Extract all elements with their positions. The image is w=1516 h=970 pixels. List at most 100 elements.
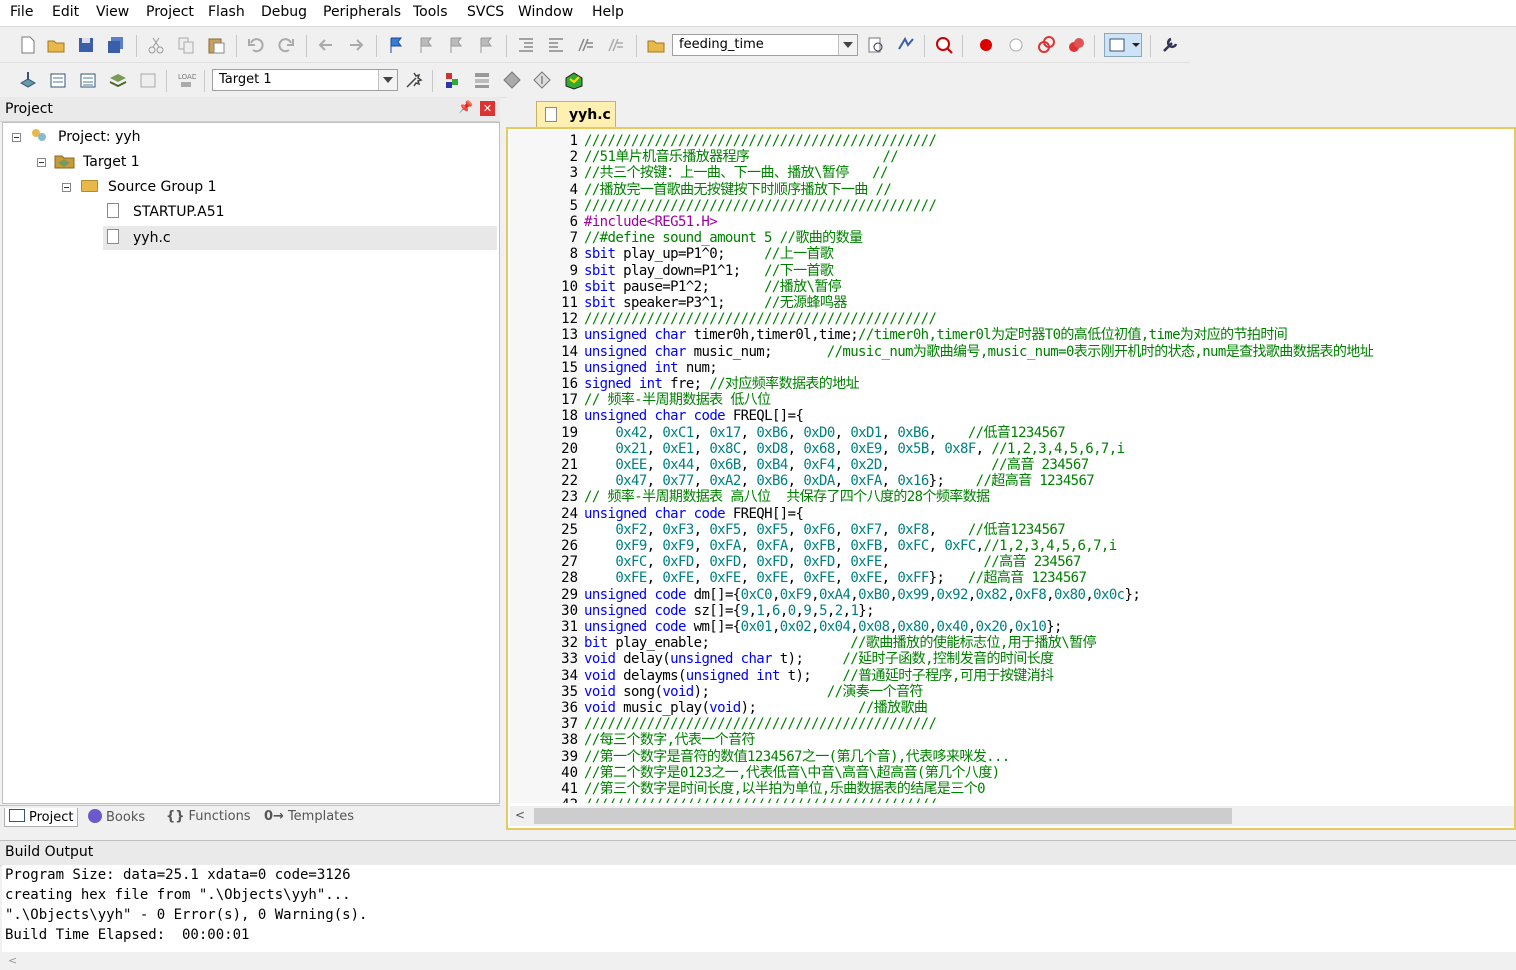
insert-breakpoint-icon[interactable] — [976, 35, 996, 55]
code-line[interactable]: signed int fre; //对应频率数据表的地址 — [584, 376, 860, 392]
code-line[interactable]: //共三个按键：上一曲、下一曲、播放\暂停 // — [584, 165, 888, 181]
code-line[interactable]: unsigned char music_num; //music_num为歌曲编… — [584, 344, 1374, 360]
open-folder-icon[interactable] — [46, 35, 66, 55]
manage-rte-icon[interactable] — [472, 70, 492, 90]
tab-books[interactable]: Books — [88, 809, 145, 825]
select-packs-icon[interactable] — [502, 70, 522, 90]
scroll-left-icon[interactable]: < — [515, 808, 525, 822]
horizontal-scroll-thumb[interactable] — [534, 808, 1232, 824]
package-icon[interactable] — [564, 70, 584, 90]
menu-help[interactable]: Help — [592, 4, 624, 20]
kill-breakpoints-icon[interactable] — [1066, 35, 1086, 55]
find-in-files-icon[interactable] — [646, 35, 666, 55]
code-line[interactable]: unsigned char code FREQH[]={ — [584, 506, 804, 522]
build-output-scrollbar[interactable]: < — [0, 952, 1516, 970]
code-line[interactable]: #include<REG51.H> — [584, 214, 718, 230]
tab-functions[interactable]: {} Functions — [166, 809, 251, 824]
code-line[interactable]: ////////////////////////////////////////… — [584, 797, 937, 803]
undo-icon[interactable] — [246, 35, 266, 55]
collapse-icon[interactable] — [12, 133, 21, 142]
save-all-icon[interactable] — [106, 35, 126, 55]
paste-icon[interactable] — [206, 35, 226, 55]
menu-view[interactable]: View — [96, 4, 129, 20]
target-options-icon[interactable] — [404, 70, 424, 90]
code-line[interactable]: unsigned code wm[]={0x01,0x02,0x04,0x08,… — [584, 619, 1062, 635]
tab-project[interactable]: Project — [4, 808, 79, 827]
code-line[interactable]: 0x47, 0x77, 0xA2, 0xB6, 0xDA, 0xFA, 0x16… — [584, 473, 1094, 489]
rebuild-icon[interactable] — [78, 70, 98, 90]
new-file-icon[interactable] — [18, 35, 38, 55]
pack-installer-icon[interactable] — [532, 70, 552, 90]
code-line[interactable]: unsigned char timer0h,timer0l,time;//tim… — [584, 327, 1288, 343]
code-line[interactable]: //51单片机音乐播放器程序 // — [584, 149, 899, 165]
code-line[interactable]: //第一个数字是音符的数值1234567之一(第几个音),代表哆来咪发... — [584, 749, 1010, 765]
translate-icon[interactable] — [18, 70, 38, 90]
tree-file-yyh[interactable]: yyh.c — [133, 230, 171, 246]
code-line[interactable]: ////////////////////////////////////////… — [584, 133, 937, 149]
tree-source-group-node[interactable]: Source Group 1 — [108, 179, 217, 195]
menu-svcs[interactable]: SVCS — [467, 4, 504, 20]
code-line[interactable]: sbit speaker=P3^1; //无源蜂鸣器 — [584, 295, 847, 311]
close-icon[interactable]: ✕ — [480, 101, 495, 116]
code-line[interactable]: ////////////////////////////////////////… — [584, 198, 937, 214]
comment-icon[interactable] — [576, 35, 596, 55]
unindent-icon[interactable] — [546, 35, 566, 55]
indent-icon[interactable] — [516, 35, 536, 55]
stop-build-icon[interactable] — [138, 70, 158, 90]
scroll-left-icon[interactable]: < — [8, 954, 17, 967]
debug-session-icon[interactable] — [934, 35, 954, 55]
menu-debug[interactable]: Debug — [261, 4, 307, 20]
code-line[interactable]: //#define sound_amount 5 //歌曲的数量 — [584, 230, 863, 246]
code-line[interactable]: ////////////////////////////////////////… — [584, 311, 937, 327]
chevron-down-icon[interactable] — [838, 35, 857, 55]
code-line[interactable]: 0xF9, 0xF9, 0xFA, 0xFA, 0xFB, 0xFB, 0xFC… — [584, 538, 1117, 554]
tab-templates[interactable]: 0→ Templates — [264, 809, 354, 824]
code-line[interactable]: //第二个数字是0123之一,代表低音\中音\高音\超高音(第几个八度) — [584, 765, 1000, 781]
chevron-down-icon[interactable] — [378, 70, 397, 90]
clear-bookmarks-icon[interactable] — [476, 35, 496, 55]
incremental-find-icon[interactable] — [896, 35, 916, 55]
code-line[interactable]: 0x21, 0xE1, 0x8C, 0xD8, 0x68, 0xE9, 0x5B… — [584, 441, 1125, 457]
cut-icon[interactable] — [146, 35, 166, 55]
target-select[interactable]: Target 1 — [212, 69, 398, 91]
collapse-icon[interactable] — [37, 158, 46, 167]
tree-target-node[interactable]: Target 1 — [83, 154, 140, 170]
copy-icon[interactable] — [176, 35, 196, 55]
bookmark-icon[interactable] — [386, 35, 406, 55]
find-combo[interactable]: feeding_time — [672, 34, 858, 56]
code-line[interactable]: void song(void); //演奏一个音符 — [584, 684, 923, 700]
find-icon[interactable] — [866, 35, 886, 55]
code-line[interactable]: //播放完一首歌曲无按键按下时顺序播放下一曲 // — [584, 182, 892, 198]
code-line[interactable]: ////////////////////////////////////////… — [584, 716, 937, 732]
batch-build-icon[interactable] — [108, 70, 128, 90]
menu-tools[interactable]: Tools — [413, 4, 448, 20]
code-line[interactable]: 0xF2, 0xF3, 0xF5, 0xF5, 0xF6, 0xF7, 0xF8… — [584, 522, 1065, 538]
code-line[interactable]: 0xEE, 0x44, 0x6B, 0xB4, 0xF4, 0x2D, //高音… — [584, 457, 1089, 473]
menu-flash[interactable]: Flash — [208, 4, 245, 20]
download-icon[interactable]: LOAD — [176, 70, 197, 90]
code-line[interactable]: sbit play_up=P1^0; //上一首歌 — [584, 246, 834, 262]
code-line[interactable]: unsigned code dm[]={0xC0,0xF9,0xA4,0xB0,… — [584, 587, 1141, 603]
enable-breakpoint-icon[interactable] — [1006, 35, 1026, 55]
code-line[interactable]: // 频率-半周期数据表 高八位 共保存了四个八度的28个频率数据 — [584, 489, 990, 505]
code-line[interactable]: //每三个数字,代表一个音符 — [584, 732, 755, 748]
window-layout-icon[interactable] — [1104, 33, 1142, 57]
build-icon[interactable] — [48, 70, 68, 90]
menu-file[interactable]: File — [10, 4, 33, 20]
code-line[interactable]: void delayms(unsigned int t); //普通延时子程序,… — [584, 668, 1054, 684]
code-line[interactable]: sbit play_down=P1^1; //下一首歌 — [584, 263, 834, 279]
tree-file-startup[interactable]: STARTUP.A51 — [133, 204, 225, 220]
code-line[interactable]: sbit pause=P1^2; //播放\暂停 — [584, 279, 842, 295]
code-line[interactable]: // 频率-半周期数据表 低八位 — [584, 392, 771, 408]
code-line[interactable]: bit play_enable; //歌曲播放的使能标志位,用于播放\暂停 — [584, 635, 1097, 651]
tree-project-node[interactable]: Project: yyh — [58, 129, 141, 145]
code-line[interactable]: 0xFC, 0xFD, 0xFD, 0xFD, 0xFD, 0xFE, //高音… — [584, 554, 1081, 570]
code-line[interactable]: unsigned int num; — [584, 360, 718, 376]
prev-bookmark-icon[interactable] — [416, 35, 436, 55]
next-bookmark-icon[interactable] — [446, 35, 466, 55]
save-icon[interactable] — [76, 35, 96, 55]
redo-icon[interactable] — [276, 35, 296, 55]
code-line[interactable]: unsigned char code FREQL[]={ — [584, 408, 804, 424]
navigate-back-icon[interactable] — [316, 35, 336, 55]
editor-tab-yyh[interactable]: yyh.c — [536, 101, 616, 127]
